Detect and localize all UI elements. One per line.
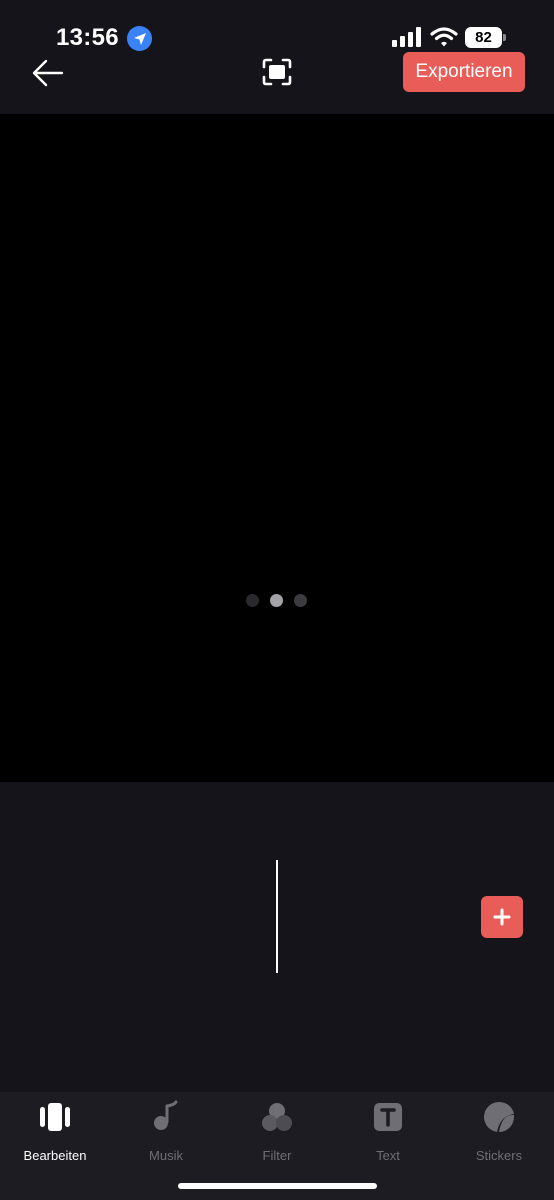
tab-musik[interactable]: Musik <box>111 1100 221 1172</box>
fullscreen-icon <box>262 58 292 86</box>
tab-label: Text <box>376 1148 400 1163</box>
video-preview[interactable] <box>0 114 554 782</box>
tab-label: Filter <box>262 1148 292 1163</box>
filter-icon <box>262 1103 292 1131</box>
tab-filter[interactable]: Filter <box>222 1100 332 1172</box>
export-button[interactable]: Exportieren <box>403 52 525 92</box>
status-bar: 13:56 82 <box>0 0 554 51</box>
fullscreen-button[interactable] <box>262 58 292 86</box>
plus-icon <box>493 908 511 926</box>
text-icon <box>374 1103 402 1131</box>
edit-clips-icon <box>40 1103 70 1131</box>
playhead <box>276 860 278 973</box>
home-indicator <box>178 1183 377 1189</box>
back-button[interactable] <box>30 56 66 90</box>
status-time: 13:56 <box>56 24 119 51</box>
battery-cap <box>503 34 506 41</box>
add-clip-button[interactable] <box>481 896 523 938</box>
location-icon <box>127 26 152 51</box>
battery-indicator: 82 <box>465 27 502 48</box>
top-nav: Exportieren <box>0 50 554 114</box>
loading-dot <box>270 594 283 607</box>
cellular-signal-icon <box>392 27 421 47</box>
tab-bearbeiten[interactable]: Bearbeiten <box>0 1100 110 1172</box>
music-note-icon <box>154 1100 178 1130</box>
tab-stickers[interactable]: Stickers <box>444 1100 554 1172</box>
tab-label: Stickers <box>475 1148 523 1163</box>
arrow-left-icon <box>32 59 64 87</box>
tab-text[interactable]: Text <box>333 1100 443 1172</box>
tab-label: Musik <box>149 1148 183 1163</box>
loading-dot <box>294 594 307 607</box>
tab-label: Bearbeiten <box>23 1148 87 1163</box>
timeline[interactable] <box>0 782 554 1092</box>
loading-dot <box>246 594 259 607</box>
sticker-icon <box>484 1101 514 1132</box>
wifi-icon <box>430 27 458 47</box>
